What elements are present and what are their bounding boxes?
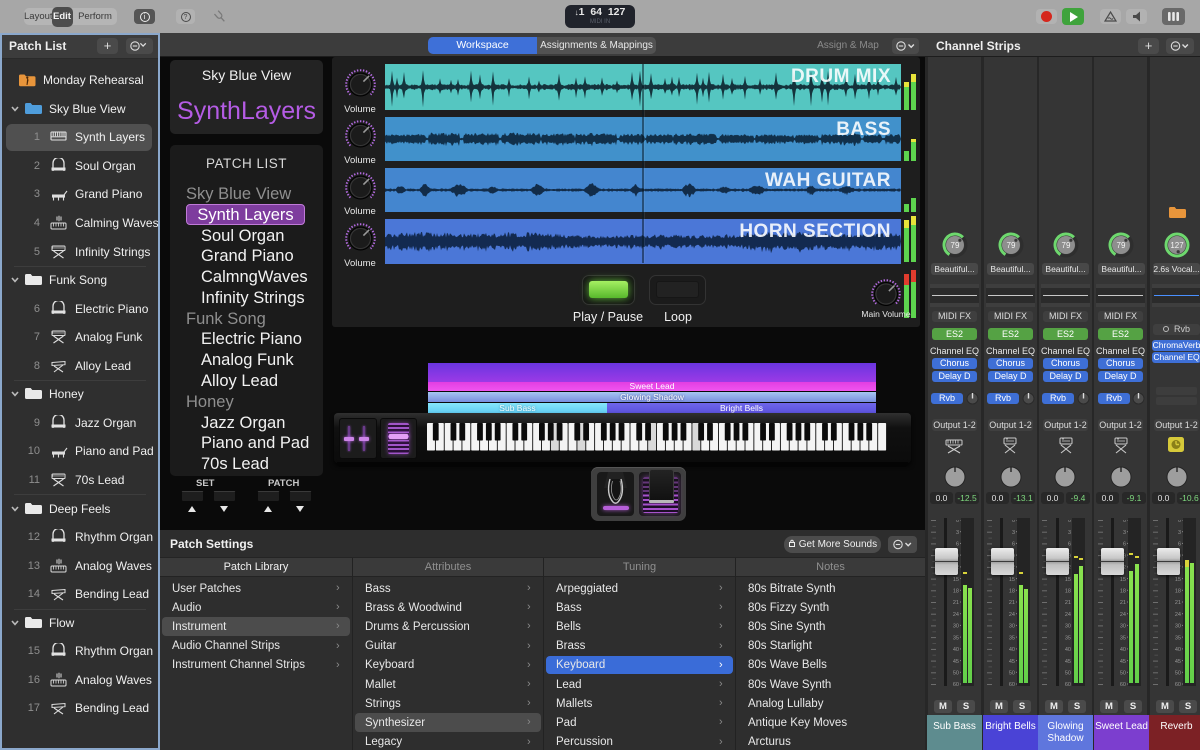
svg-text:40: 40 (1175, 647, 1181, 653)
svg-text:21: 21 (1009, 600, 1015, 606)
svg-text:3: 3 (1068, 530, 1071, 536)
svg-text:30: 30 (953, 624, 959, 630)
svg-text:30: 30 (1120, 624, 1126, 630)
svg-text:35: 35 (953, 635, 959, 641)
svg-text:79: 79 (950, 241, 959, 250)
svg-text:50: 50 (1009, 671, 1015, 677)
svg-text:45: 45 (1120, 659, 1126, 665)
svg-text:3: 3 (1012, 530, 1015, 536)
svg-text:40: 40 (1120, 647, 1126, 653)
svg-text:50: 50 (1065, 671, 1071, 677)
svg-text:45: 45 (953, 659, 959, 665)
svg-text:45: 45 (1175, 659, 1181, 665)
svg-text:3: 3 (956, 530, 959, 536)
svg-text:15: 15 (1009, 577, 1015, 583)
svg-text:21: 21 (1120, 600, 1126, 606)
svg-text:3: 3 (1178, 530, 1181, 536)
svg-text:35: 35 (1065, 635, 1071, 641)
svg-text:30: 30 (1065, 624, 1071, 630)
svg-text:24: 24 (1175, 612, 1181, 618)
svg-text:24: 24 (1009, 612, 1015, 618)
svg-text:6: 6 (1012, 542, 1015, 548)
svg-text:0: 0 (956, 520, 959, 524)
svg-text:79: 79 (1006, 241, 1015, 250)
svg-text:18: 18 (1120, 589, 1126, 595)
svg-text:24: 24 (953, 612, 959, 618)
svg-text:40: 40 (953, 647, 959, 653)
svg-text:50: 50 (1120, 671, 1126, 677)
svg-text:15: 15 (1065, 577, 1071, 583)
svg-text:0: 0 (1123, 520, 1126, 524)
svg-text:35: 35 (1120, 635, 1126, 641)
svg-text:35: 35 (1175, 635, 1181, 641)
svg-text:60: 60 (1175, 682, 1181, 688)
svg-text:127: 127 (1170, 241, 1184, 250)
svg-text:79: 79 (1117, 241, 1126, 250)
svg-text:18: 18 (1175, 589, 1181, 595)
svg-text:0: 0 (1068, 520, 1071, 524)
svg-text:45: 45 (1009, 659, 1015, 665)
svg-text:0: 0 (1178, 520, 1181, 524)
svg-text:40: 40 (1009, 647, 1015, 653)
svg-text:6: 6 (956, 542, 959, 548)
svg-text:6: 6 (1068, 542, 1071, 548)
svg-text:35: 35 (1009, 635, 1015, 641)
svg-text:15: 15 (1175, 577, 1181, 583)
svg-text:24: 24 (1065, 612, 1071, 618)
svg-text:18: 18 (1009, 589, 1015, 595)
svg-text:60: 60 (1009, 682, 1015, 688)
svg-text:40: 40 (1065, 647, 1071, 653)
svg-text:45: 45 (1065, 659, 1071, 665)
svg-text:60: 60 (953, 682, 959, 688)
svg-text:6: 6 (1123, 542, 1126, 548)
svg-text:18: 18 (953, 589, 959, 595)
svg-text:50: 50 (953, 671, 959, 677)
svg-text:60: 60 (1120, 682, 1126, 688)
svg-text:21: 21 (953, 600, 959, 606)
svg-text:21: 21 (1175, 600, 1181, 606)
svg-text:21: 21 (1065, 600, 1071, 606)
svg-text:6: 6 (1178, 542, 1181, 548)
svg-text:50: 50 (1175, 671, 1181, 677)
svg-text:30: 30 (1175, 624, 1181, 630)
svg-text:24: 24 (1120, 612, 1126, 618)
svg-text:0: 0 (1012, 520, 1015, 524)
svg-text:60: 60 (1065, 682, 1071, 688)
svg-text:15: 15 (953, 577, 959, 583)
svg-text:15: 15 (1120, 577, 1126, 583)
svg-text:3: 3 (1123, 530, 1126, 536)
svg-text:30: 30 (1009, 624, 1015, 630)
svg-text:79: 79 (1061, 241, 1070, 250)
svg-text:18: 18 (1065, 589, 1071, 595)
